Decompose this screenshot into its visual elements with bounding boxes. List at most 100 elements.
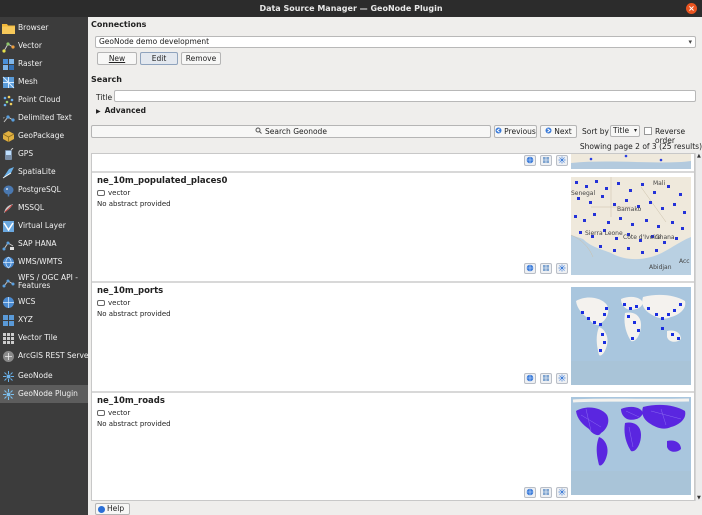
sidebar-item-wms[interactable]: WMS/WMTS [0, 253, 88, 271]
result-card-populated-places[interactable]: ne_10m_populated_places0 vector No abstr… [92, 173, 694, 283]
sidebar-item-mesh[interactable]: Mesh [0, 73, 88, 91]
search-geonode-button[interactable]: Search Geonode [91, 125, 491, 138]
open-geonode-button[interactable] [556, 373, 568, 384]
add-wms-layer-button[interactable] [524, 155, 536, 166]
sidebar-item-point-cloud[interactable]: Point Cloud [0, 91, 88, 109]
svg-text:,: , [3, 113, 5, 120]
result-type-label: vector [108, 189, 131, 197]
open-geonode-button[interactable] [556, 263, 568, 274]
wms-layer-icon [526, 264, 534, 274]
open-geonode-button[interactable] [556, 155, 568, 166]
add-wcs-layer-button[interactable] [540, 487, 552, 498]
new-button-label: New [108, 54, 126, 63]
sidebar-item-label: Delimited Text [18, 113, 72, 122]
search-icon [255, 126, 262, 137]
edit-connection-button[interactable]: Edit [140, 52, 178, 65]
add-wcs-layer-button[interactable] [540, 373, 552, 384]
add-wcs-layer-button[interactable] [540, 263, 552, 274]
sidebar-item-postgresql[interactable]: PostgreSQL [0, 181, 88, 199]
sap-hana-icon [1, 237, 15, 251]
remove-connection-button[interactable]: Remove [181, 52, 221, 65]
sidebar-item-label: Point Cloud [18, 95, 61, 104]
result-actions [524, 263, 568, 274]
wcs-layer-icon [542, 156, 550, 166]
sidebar-item-geonode-plugin[interactable]: GeoNode Plugin [0, 385, 88, 403]
next-page-button[interactable]: Next [540, 125, 577, 138]
geopackage-icon [1, 129, 15, 143]
sidebar-item-spatialite[interactable]: SpatiaLite [0, 163, 88, 181]
sidebar-item-delimited-text[interactable]: , Delimited Text [0, 109, 88, 127]
results-scrollbar[interactable]: ▲ ▼ [695, 153, 702, 501]
result-type: vector [97, 299, 130, 307]
page-status: Showing page 2 of 3 (25 results) [579, 142, 702, 151]
help-button[interactable]: Help [95, 503, 130, 515]
add-wcs-layer-button[interactable] [540, 155, 552, 166]
sidebar-item-sap-hana[interactable]: SAP HANA [0, 235, 88, 253]
sidebar-item-geonode[interactable]: GeoNode [0, 367, 88, 385]
sidebar-item-gps[interactable]: GPS [0, 145, 88, 163]
reverse-order-checkbox[interactable] [644, 127, 652, 135]
advanced-toggle[interactable]: ▶ Advanced [96, 106, 146, 115]
sidebar-item-vector[interactable]: Vector [0, 37, 88, 55]
sidebar-item-label: SpatiaLite [18, 167, 56, 176]
geonode-plugin-icon [1, 387, 15, 401]
help-icon [98, 505, 105, 513]
new-connection-button[interactable]: New [97, 52, 137, 65]
sidebar-item-xyz[interactable]: XYZ [0, 311, 88, 329]
vector-type-icon [97, 300, 105, 306]
sidebar-item-browser[interactable]: Browser [0, 19, 88, 37]
geonode-icon [1, 369, 15, 383]
search-heading: Search [91, 75, 122, 84]
sidebar-item-label: Virtual Layer [18, 221, 66, 230]
expand-triangle-icon: ▶ [96, 108, 101, 115]
vector-icon [1, 39, 15, 53]
thumb-label: Bamako [617, 206, 642, 213]
point-cloud-icon [1, 93, 15, 107]
thumb-label: Abidjan [649, 264, 672, 271]
previous-page-button[interactable]: Previous [494, 125, 537, 138]
open-geonode-button[interactable] [556, 487, 568, 498]
virtual-layer-icon [1, 219, 15, 233]
main-panel: Connections GeoNode demo development ▾ N… [88, 17, 702, 515]
sidebar-item-label: ArcGIS REST Server [18, 351, 92, 360]
geonode-icon [558, 264, 566, 274]
remove-button-label: Remove [185, 54, 217, 63]
gps-icon [1, 147, 15, 161]
connection-select[interactable]: GeoNode demo development ▾ [95, 36, 696, 48]
spatialite-icon [1, 165, 15, 179]
sidebar-item-label: WFS / OGC API - Features [18, 273, 78, 290]
sort-by-label: Sort by [582, 127, 609, 136]
sidebar-item-arcgis-rest[interactable]: ArcGIS REST Server [0, 347, 92, 365]
sidebar-item-label: GPS [18, 149, 34, 158]
result-actions [524, 373, 568, 384]
chevron-down-icon: ▾ [688, 38, 692, 46]
sidebar-item-wcs[interactable]: WCS [0, 293, 88, 311]
thumb-label: Senegal [571, 190, 595, 197]
sidebar-item-label: WMS/WMTS [18, 257, 63, 266]
sidebar-item-label: GeoNode [18, 371, 53, 380]
add-wms-layer-button[interactable] [524, 487, 536, 498]
sidebar-item-virtual-layer[interactable]: Virtual Layer [0, 217, 88, 235]
wms-icon [1, 255, 15, 269]
sidebar-item-label: Vector [18, 41, 42, 50]
sidebar-item-mssql[interactable]: MSSQL [0, 199, 88, 217]
add-wms-layer-button[interactable] [524, 373, 536, 384]
result-card-ports[interactable]: ne_10m_ports vector No abstract provided [92, 283, 694, 393]
sidebar-item-geopackage[interactable]: GeoPackage [0, 127, 88, 145]
title-search-input[interactable] [114, 90, 696, 102]
close-icon: × [688, 4, 695, 13]
scroll-up-icon: ▲ [697, 153, 701, 159]
sidebar-item-label: MSSQL [18, 203, 45, 212]
result-abstract: No abstract provided [97, 310, 171, 318]
sidebar-item-vector-tile[interactable]: Vector Tile [0, 329, 88, 347]
result-actions [524, 487, 568, 498]
sidebar-item-wfs[interactable]: WFS / OGC API - Features [0, 271, 88, 293]
result-type-label: vector [108, 299, 131, 307]
previous-icon [495, 126, 502, 137]
result-card-roads[interactable]: ne_10m_roads vector No abstract provided [92, 393, 694, 500]
sort-by-select[interactable]: Title ▾ [610, 125, 640, 137]
close-button[interactable]: × [686, 3, 697, 14]
add-wms-layer-button[interactable] [524, 263, 536, 274]
sidebar-item-raster[interactable]: Raster [0, 55, 88, 73]
sidebar-item-label: GeoNode Plugin [18, 389, 78, 398]
